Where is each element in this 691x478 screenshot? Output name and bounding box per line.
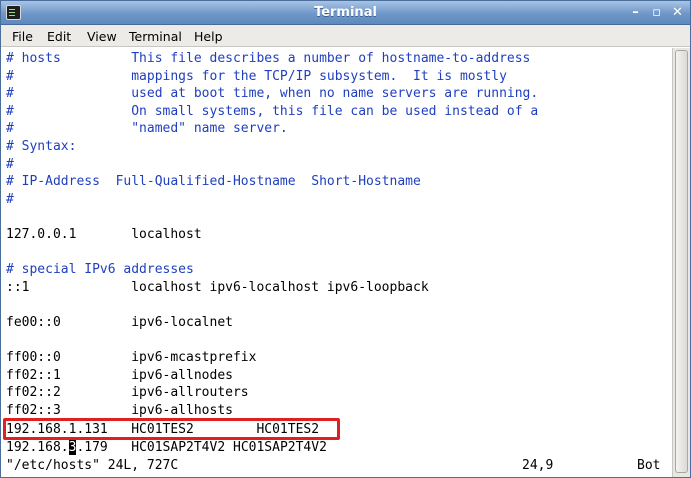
file-line: ::1 localhost ipv6-localhost ipv6-loopba… [6,279,429,295]
file-line: # "named" name server. [6,121,288,137]
minimize-icon[interactable]: – [627,5,644,21]
file-line: # used at boot time, when no name server… [6,86,539,102]
vertical-scrollbar[interactable] [672,48,690,477]
file-line: # mappings for the TCP/IP subsystem. It … [6,68,507,84]
file-line: # [6,191,14,207]
status-line-scroll: Bot [637,458,661,473]
menu-view[interactable]: View [87,29,117,44]
cursor-line: 192.168.3.179 HC01SAP2T4V2 HC01SAP2T4V2 [6,439,327,457]
menu-terminal[interactable]: Terminal [129,29,182,44]
file-line: ff02::2 ipv6-allrouters [6,385,249,401]
maximize-icon[interactable]: ▫ [648,5,665,21]
red-highlight-box [3,418,340,440]
file-line: # IP-Address Full-Qualified-Hostname Sho… [6,174,421,190]
scrollbar-thumb[interactable] [675,50,688,473]
file-line: ff02::3 ipv6-allhosts [6,403,233,418]
menu-bar: File Edit View Terminal Help [1,25,690,47]
file-line: # Syntax: [6,139,77,154]
terminal-window: Terminal – ▫ ✕ File Edit View Terminal H… [0,0,691,478]
window-title: Terminal [314,5,377,20]
close-icon[interactable]: ✕ [669,5,686,21]
status-line-file: "/etc/hosts" 24L, 727C [6,458,179,473]
cursor-line-rest: .179 HC01SAP2T4V2 HC01SAP2T4V2 [76,440,327,455]
file-line: # special IPv6 addresses [6,262,194,278]
menu-help[interactable]: Help [194,29,223,44]
file-line: ff02::1 ipv6-allnodes [6,367,233,383]
file-line: 127.0.0.1 localhost [6,227,202,242]
terminal-text-area[interactable]: # hosts This file describes a number of … [1,48,672,477]
status-line-position: 24,9 [522,458,554,473]
cursor-line-prefix: 192.168. [6,440,69,455]
menu-edit[interactable]: Edit [47,29,71,44]
file-line: fe00::0 ipv6-localnet [6,315,233,330]
file-line: # hosts This file describes a number of … [6,51,531,66]
menu-file[interactable]: File [12,29,33,44]
file-line: # On small systems, this file can be use… [6,103,539,119]
file-line: # [6,156,14,172]
file-line: ff00::0 ipv6-mcastprefix [6,350,257,366]
title-bar[interactable]: Terminal – ▫ ✕ [1,1,690,25]
